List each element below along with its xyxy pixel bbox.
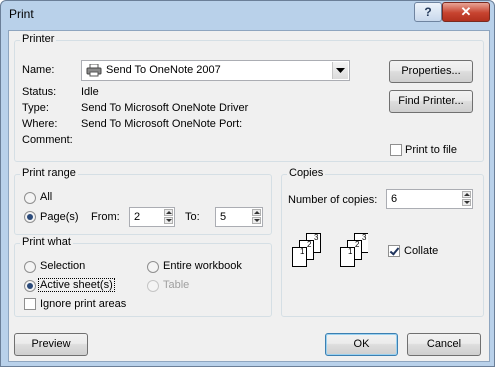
from-label: From: bbox=[91, 211, 120, 223]
active-sheets-radio[interactable] bbox=[24, 280, 36, 292]
where-value: Send To Microsoft OneNote Port: bbox=[81, 118, 243, 130]
collate-page-label-2: 2 bbox=[307, 240, 312, 249]
collate-checkbox[interactable] bbox=[388, 245, 400, 257]
to-spin-down-button[interactable] bbox=[252, 217, 261, 224]
printer-name-label: Name: bbox=[22, 64, 55, 76]
ok-button[interactable]: OK bbox=[325, 333, 398, 356]
type-value: Send To Microsoft OneNote Driver bbox=[81, 102, 249, 114]
collate-page-label-2b: 2 bbox=[355, 240, 360, 249]
number-of-copies-value: 6 bbox=[391, 193, 398, 205]
print-range-pages-radio[interactable] bbox=[24, 211, 36, 223]
print-range-all-radio[interactable] bbox=[24, 192, 36, 204]
printer-dropdown-button[interactable] bbox=[332, 62, 348, 79]
entire-workbook-label[interactable]: Entire workbook bbox=[163, 260, 242, 272]
preview-button[interactable]: Preview bbox=[14, 333, 88, 356]
printer-icon bbox=[86, 64, 102, 77]
ignore-print-areas-label[interactable]: Ignore print areas bbox=[40, 298, 126, 310]
print-dialog: Print ? ✕ Printer Name: Send To OneNote … bbox=[0, 0, 495, 367]
print-what-group-label: Print what bbox=[20, 236, 73, 248]
number-of-copies-label: Number of copies: bbox=[288, 194, 378, 206]
type-label: Type: bbox=[22, 102, 49, 114]
collate-page-label-3b: 3 bbox=[362, 233, 367, 242]
to-spin-up-button[interactable] bbox=[252, 209, 261, 216]
ignore-print-areas-checkbox[interactable] bbox=[24, 298, 36, 310]
print-range-all-label[interactable]: All bbox=[40, 191, 52, 203]
printer-name-select[interactable]: Send To OneNote 2007 bbox=[81, 60, 350, 81]
collate-page-label-1: 1 bbox=[300, 247, 305, 256]
printer-group-label: Printer bbox=[20, 33, 57, 45]
status-label: Status: bbox=[22, 86, 57, 98]
selection-label[interactable]: Selection bbox=[40, 260, 85, 272]
help-button[interactable]: ? bbox=[414, 2, 442, 22]
print-range-group-label: Print range bbox=[20, 167, 78, 179]
table-label: Table bbox=[163, 279, 190, 291]
to-value: 5 bbox=[220, 211, 227, 223]
print-to-file-checkbox[interactable] bbox=[390, 144, 402, 156]
collate-label[interactable]: Collate bbox=[404, 245, 438, 257]
chevron-down-icon bbox=[336, 68, 345, 73]
from-value: 2 bbox=[134, 211, 141, 223]
to-input[interactable]: 5 bbox=[215, 207, 263, 227]
table-radio bbox=[147, 280, 159, 292]
number-of-copies-input[interactable]: 6 bbox=[386, 189, 473, 209]
status-value: Idle bbox=[81, 86, 99, 98]
cancel-button[interactable]: Cancel bbox=[407, 333, 481, 356]
printer-name-value: Send To OneNote 2007 bbox=[106, 64, 221, 76]
find-printer-button[interactable]: Find Printer... bbox=[389, 90, 473, 113]
active-sheets-label[interactable]: Active sheet(s) bbox=[38, 278, 115, 292]
print-to-file-label[interactable]: Print to file bbox=[405, 144, 457, 156]
properties-button[interactable]: Properties... bbox=[389, 60, 473, 83]
copies-spin-down-button[interactable] bbox=[462, 199, 471, 206]
window-title: Print bbox=[9, 7, 34, 21]
selection-radio[interactable] bbox=[24, 261, 36, 273]
close-button[interactable]: ✕ bbox=[442, 2, 490, 22]
from-spin-down-button[interactable] bbox=[164, 217, 173, 224]
from-input[interactable]: 2 bbox=[129, 207, 175, 227]
collate-pages-icon: 3 2 1 3 2 1 bbox=[292, 233, 368, 267]
copies-spin-up-button[interactable] bbox=[462, 191, 471, 198]
entire-workbook-radio[interactable] bbox=[147, 261, 159, 273]
print-range-pages-label[interactable]: Page(s) bbox=[40, 211, 79, 223]
dialog-body: Printer Name: Send To OneNote 2007 Statu… bbox=[8, 30, 490, 362]
title-bar[interactable]: Print ? ✕ bbox=[1, 1, 494, 29]
comment-label: Comment: bbox=[22, 134, 73, 146]
from-spin-up-button[interactable] bbox=[164, 209, 173, 216]
to-label: To: bbox=[185, 211, 200, 223]
collate-page-label-3: 3 bbox=[314, 233, 319, 242]
copies-group-label: Copies bbox=[287, 167, 326, 179]
collate-page-label-1b: 1 bbox=[348, 247, 353, 256]
where-label: Where: bbox=[22, 118, 58, 130]
